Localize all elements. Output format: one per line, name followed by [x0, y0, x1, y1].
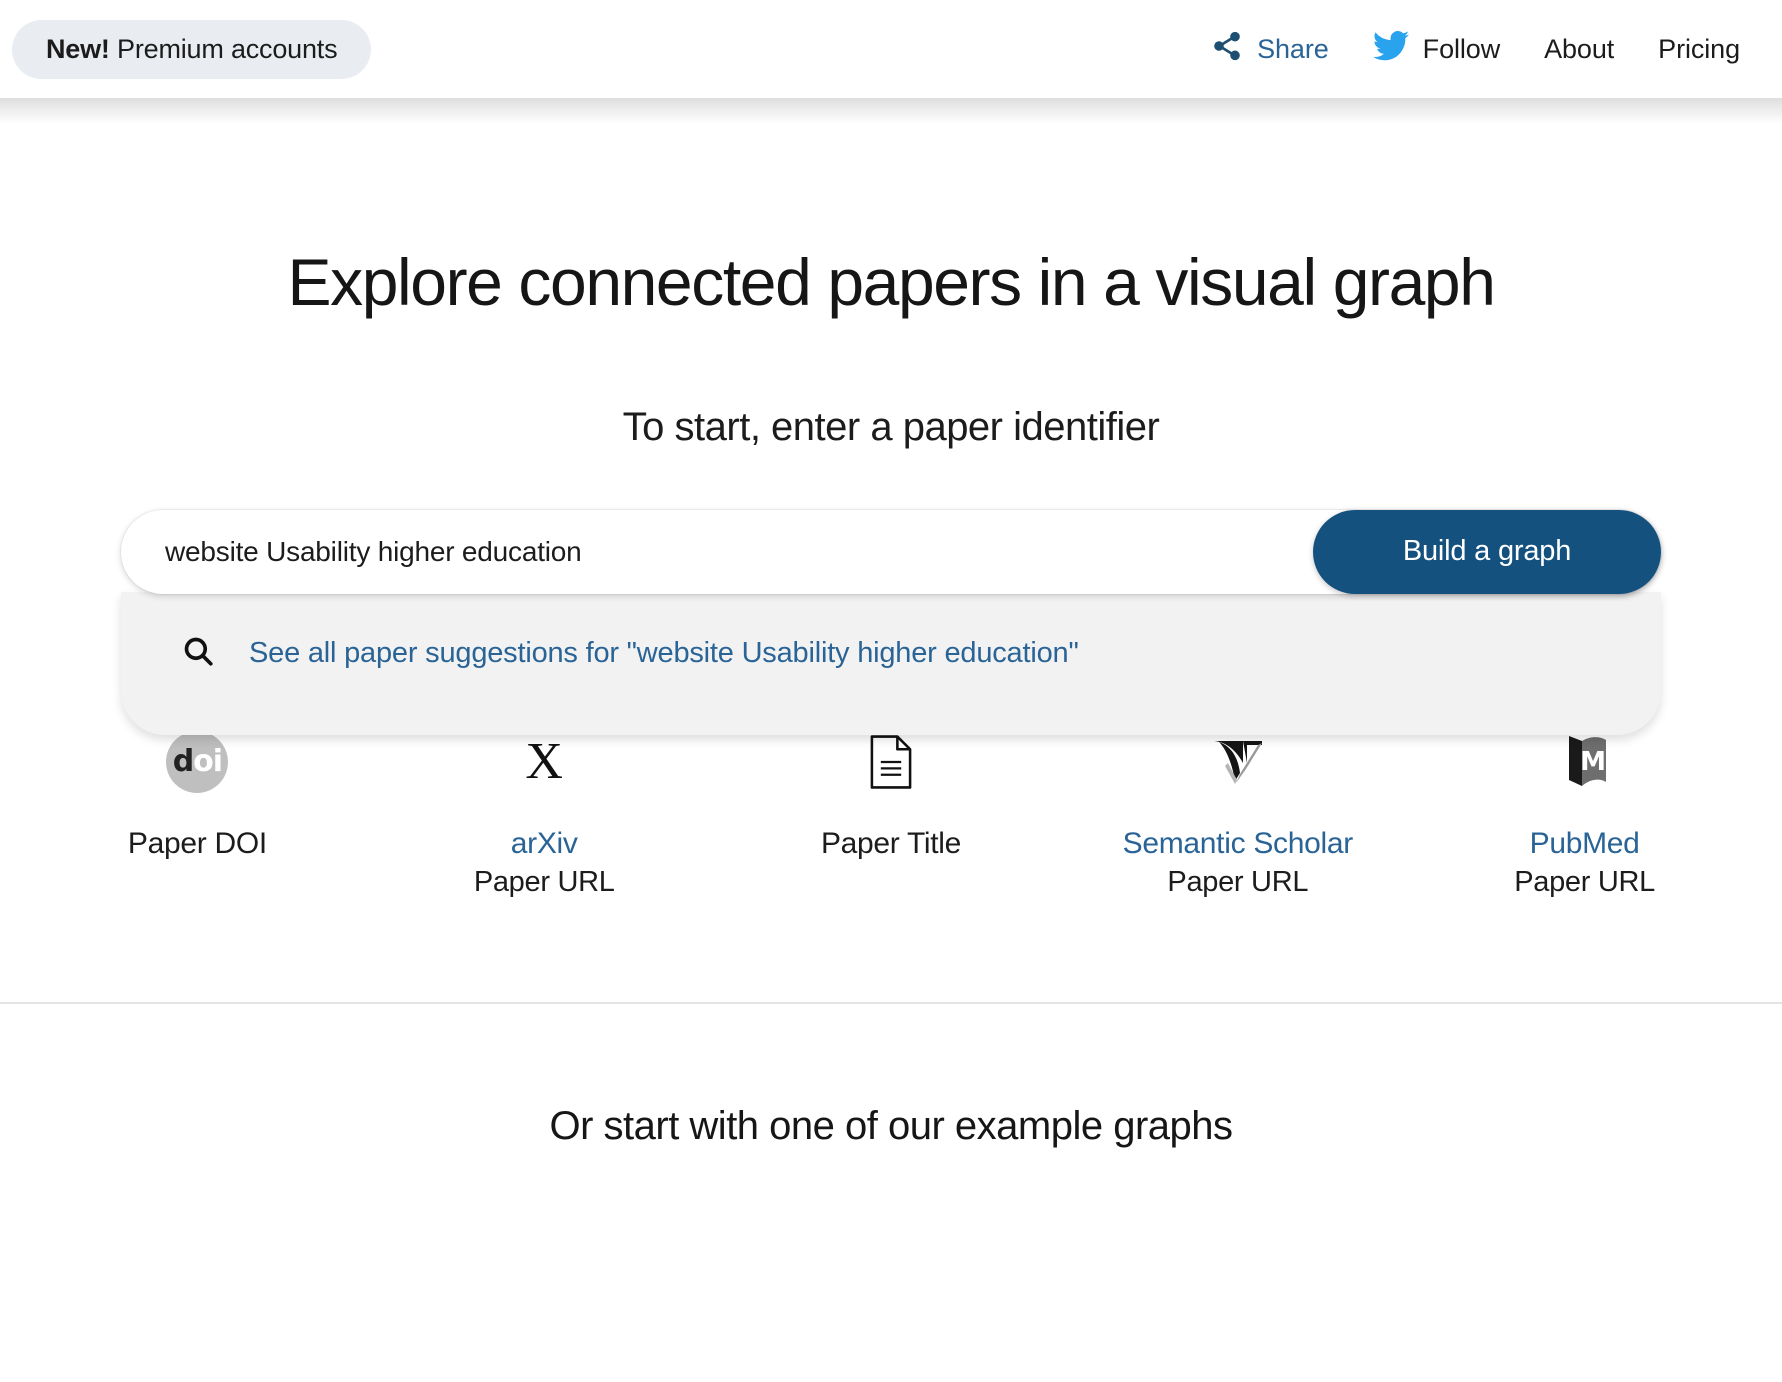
identifier-type-arxiv-label: arXiv [371, 824, 718, 863]
identifier-type-pubmed-label: PubMed [1411, 824, 1758, 863]
nav-item-pricing[interactable]: Pricing [1658, 34, 1740, 65]
identifier-type-pubmed[interactable]: M PubMed Paper URL [1411, 730, 1758, 902]
suggestion-see-all-label: See all paper suggestions for "website U… [249, 637, 1079, 670]
search-suggestions-panel: See all paper suggestions for "website U… [121, 592, 1661, 735]
identifier-type-paper-doi-label: Paper DOI [24, 824, 371, 863]
premium-accounts-promo-pill[interactable]: New! Premium accounts [12, 20, 371, 79]
identifier-type-semantic-scholar[interactable]: Semantic Scholar Paper URL [1064, 730, 1411, 902]
suggestion-see-all-row[interactable]: See all paper suggestions for "website U… [121, 628, 1661, 679]
hero-subtitle: To start, enter a paper identifier [0, 405, 1782, 450]
identifier-type-paper-title-label: Paper Title [718, 824, 1065, 863]
nav-item-about-label: About [1544, 34, 1614, 65]
identifier-type-paper-title[interactable]: Paper Title [718, 730, 1065, 902]
nav-item-share-label: Share [1257, 34, 1329, 65]
identifier-type-paper-doi[interactable]: doi Paper DOI [24, 730, 371, 902]
twitter-icon [1373, 31, 1409, 68]
identifier-types-row: doi Paper DOI X arXiv Paper URL Paper Ti… [0, 730, 1782, 902]
arxiv-logo-icon: X [371, 730, 718, 794]
identifier-type-pubmed-sub: Paper URL [1411, 863, 1758, 902]
identifier-type-arxiv-sub: Paper URL [371, 863, 718, 902]
section-divider [0, 1002, 1782, 1004]
pubmed-logo-icon: M [1411, 730, 1758, 794]
document-icon [718, 730, 1065, 794]
hero-section: Explore connected papers in a visual gra… [0, 98, 1782, 450]
identifier-type-semantic-scholar-sub: Paper URL [1064, 863, 1411, 902]
promo-text: Premium accounts [117, 34, 337, 64]
nav-item-share[interactable]: Share [1211, 30, 1329, 69]
search-bar: Build a graph [121, 510, 1661, 594]
nav-item-pricing-label: Pricing [1658, 34, 1740, 65]
nav-item-follow[interactable]: Follow [1373, 31, 1500, 68]
nav-item-about[interactable]: About [1544, 34, 1614, 65]
search-icon [181, 634, 215, 673]
share-icon [1211, 30, 1243, 69]
semantic-scholar-logo-icon [1064, 730, 1411, 794]
example-graphs-title: Or start with one of our example graphs [0, 1104, 1782, 1149]
top-navigation: Share Follow About Pricing [1211, 30, 1740, 69]
promo-new-badge: New! [46, 34, 110, 64]
doi-logo-icon: doi [24, 730, 371, 794]
top-header-bar: New! Premium accounts Share Follow [0, 0, 1782, 98]
nav-item-follow-label: Follow [1423, 34, 1500, 65]
identifier-type-arxiv[interactable]: X arXiv Paper URL [371, 730, 718, 902]
search-section: or paste a link Build a graph See all pa… [121, 510, 1661, 594]
identifier-type-semantic-scholar-label: Semantic Scholar [1064, 824, 1411, 863]
build-a-graph-button[interactable]: Build a graph [1313, 510, 1661, 594]
page-title: Explore connected papers in a visual gra… [0, 246, 1782, 319]
svg-text:M: M [1580, 747, 1606, 777]
